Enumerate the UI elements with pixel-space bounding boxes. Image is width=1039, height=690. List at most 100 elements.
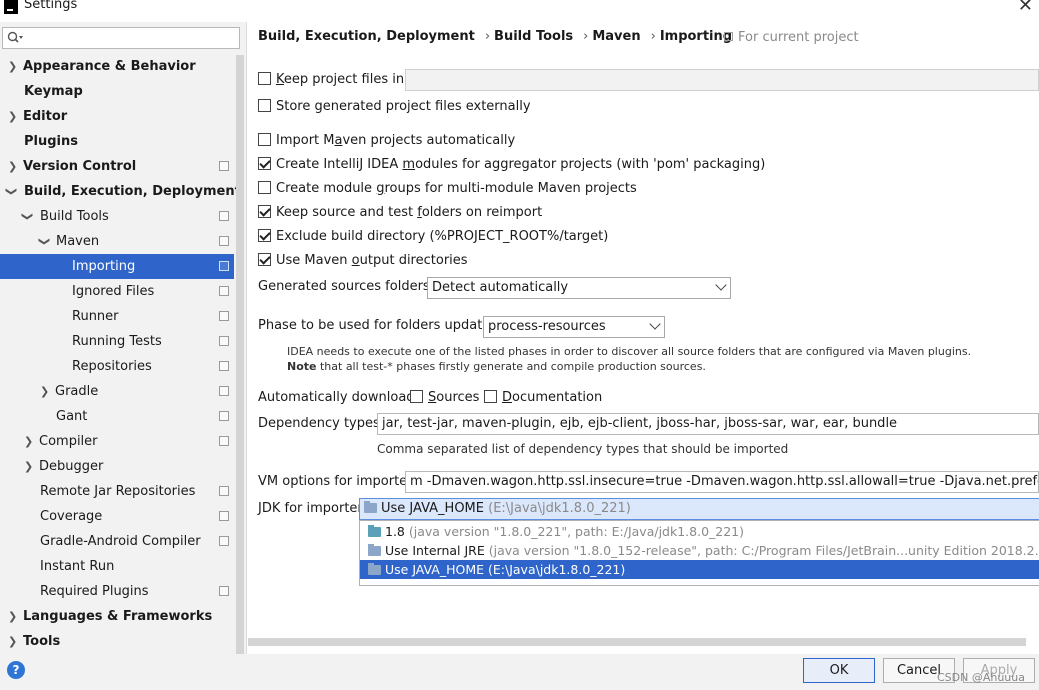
create-modules-option[interactable]: Create IntelliJ IDEA modules for aggrega… xyxy=(258,155,765,175)
sidebar-item-required-plugins[interactable]: Required Plugins xyxy=(0,579,234,604)
exclude-build-checkbox[interactable] xyxy=(258,229,271,242)
chevron-down-icon[interactable]: ❯ xyxy=(0,187,24,196)
sidebar-item-debugger[interactable]: ❯ Debugger xyxy=(0,454,234,479)
mnemonic: m xyxy=(402,157,416,172)
create-modules-checkbox[interactable] xyxy=(258,157,271,170)
breadcrumb-part[interactable]: Build, Execution, Deployment xyxy=(258,29,475,44)
chevron-down-icon[interactable]: ❯ xyxy=(32,237,57,246)
module-groups-option[interactable]: Create module groups for multi-module Ma… xyxy=(258,179,637,199)
sidebar-item-repositories[interactable]: Repositories xyxy=(0,354,234,379)
help-icon[interactable]: ? xyxy=(7,661,25,679)
sidebar-item-gradle-android-compiler[interactable]: Gradle-Android Compiler xyxy=(0,529,234,554)
sidebar-item-build-tools[interactable]: ❯ Build Tools xyxy=(0,204,234,229)
sidebar-item-compiler[interactable]: ❯ Compiler xyxy=(0,429,234,454)
chevron-down-icon xyxy=(715,279,727,291)
jdk-option[interactable]: Use Internal JRE (java version "1.8.0_15… xyxy=(360,541,1039,560)
import-auto-option[interactable]: Import Maven projects automatically xyxy=(258,131,515,151)
sources-option[interactable]: Sources xyxy=(410,388,479,408)
sidebar-item-appearance-behavior[interactable]: ❯ Appearance & Behavior xyxy=(0,54,234,79)
import-auto-checkbox[interactable] xyxy=(258,133,271,146)
sidebar-item-label: Gradle-Android Compiler xyxy=(40,534,201,549)
breadcrumb-part[interactable]: Maven xyxy=(592,29,640,44)
sidebar-item-editor[interactable]: ❯ Editor xyxy=(0,104,234,129)
sources-checkbox[interactable] xyxy=(410,390,423,403)
settings-search-box[interactable] xyxy=(2,27,240,49)
chevron-right-icon[interactable]: ❯ xyxy=(40,379,49,404)
sidebar-item-running-tests[interactable]: Running Tests xyxy=(0,329,234,354)
project-scope-icon xyxy=(219,361,229,371)
store-external-option[interactable]: Store generated project files externally xyxy=(258,97,531,117)
jdk-option-detail: (java version "1.8.0_152-release", path:… xyxy=(488,543,1039,558)
chevron-down-icon[interactable]: ❯ xyxy=(15,212,40,221)
sidebar-item-label: Tools xyxy=(23,634,61,649)
sidebar-item-gant[interactable]: Gant xyxy=(0,404,234,429)
keep-files-checkbox[interactable] xyxy=(258,72,271,85)
sidebar-item-instant-run[interactable]: Instant Run xyxy=(0,554,234,579)
chevron-right-icon[interactable]: ❯ xyxy=(24,429,33,454)
settings-search-input[interactable] xyxy=(25,30,235,46)
sidebar-item-tools[interactable]: ❯ Tools xyxy=(0,629,234,654)
sidebar-item-plugins[interactable]: Plugins xyxy=(0,129,234,154)
breadcrumb-separator: › xyxy=(484,29,491,44)
jdk-dropdown[interactable]: Use JAVA_HOME (E:\Java\jdk1.8.0_221) xyxy=(359,498,1039,520)
keep-source-option[interactable]: Keep source and test folders on reimport xyxy=(258,203,542,223)
folder-icon xyxy=(368,563,381,575)
sidebar-item-keymap[interactable]: Keymap xyxy=(0,79,234,104)
sidebar-item-gradle[interactable]: ❯ Gradle xyxy=(0,379,234,404)
sidebar-item-runner[interactable]: Runner xyxy=(0,304,234,329)
jdk-option-detail: (E:\Java\jdk1.8.0_221) xyxy=(488,562,626,577)
sidebar-item-importing[interactable]: Importing xyxy=(0,254,234,279)
mnemonic: o xyxy=(351,253,360,268)
breadcrumb-separator: › xyxy=(583,29,589,44)
dependency-types-hint: Comma separated list of dependency types… xyxy=(377,442,789,456)
store-external-checkbox[interactable] xyxy=(258,99,271,112)
dependency-types-input[interactable]: jar, test-jar, maven-plugin, ejb, ejb-cl… xyxy=(377,413,1039,435)
chevron-right-icon[interactable]: ❯ xyxy=(8,54,17,79)
jdk-option-selected[interactable]: Use JAVA_HOME (E:\Java\jdk1.8.0_221) xyxy=(360,560,1039,579)
project-scope-icon xyxy=(219,286,229,296)
content-horizontal-scrollbar[interactable] xyxy=(248,638,1026,646)
sidebar-item-label: Compiler xyxy=(39,434,98,449)
sidebar-item-languages-frameworks[interactable]: ❯ Languages & Frameworks xyxy=(0,604,234,629)
jdk-option[interactable]: 1.8 (java version "1.8.0_221", path: E:/… xyxy=(360,522,1039,541)
sidebar-item-build-execution-deployment[interactable]: ❯ Build, Execution, Deployment xyxy=(0,179,241,204)
keep-source-checkbox[interactable] xyxy=(258,205,271,218)
breadcrumb-part[interactable]: Build Tools xyxy=(494,29,573,44)
dialog-footer: ? OK Cancel Apply CSDN @Ahuuua xyxy=(0,654,1039,690)
sidebar-item-label: Required Plugins xyxy=(40,584,149,599)
sidebar-item-maven[interactable]: ❯ Maven xyxy=(0,229,234,254)
chevron-right-icon[interactable]: ❯ xyxy=(8,604,17,629)
chevron-right-icon[interactable]: ❯ xyxy=(8,104,17,129)
module-groups-checkbox[interactable] xyxy=(258,181,271,194)
generated-sources-dropdown[interactable]: Detect automatically xyxy=(427,277,731,299)
jre-folder-icon xyxy=(368,544,381,556)
sidebar-item-version-control[interactable]: ❯ Version Control xyxy=(0,154,234,179)
jdk-label: JDK for importer: xyxy=(258,501,367,516)
sidebar-item-ignored-files[interactable]: Ignored Files xyxy=(0,279,234,304)
dropdown-value: Detect automatically xyxy=(432,280,569,295)
phase-dropdown[interactable]: process-resources xyxy=(483,316,665,338)
documentation-checkbox[interactable] xyxy=(484,390,497,403)
ok-button[interactable]: OK xyxy=(803,658,875,683)
keep-files-option[interactable]: Keep project files in: xyxy=(258,70,408,90)
jdk-option-name: Use JAVA_HOME xyxy=(385,562,485,577)
vm-options-input[interactable]: m -Dmaven.wagon.http.ssl.insecure=true -… xyxy=(405,471,1039,493)
option-label: olders on reimport xyxy=(421,205,543,220)
chevron-right-icon[interactable]: ❯ xyxy=(8,629,17,654)
use-output-checkbox[interactable] xyxy=(258,253,271,266)
chevron-right-icon[interactable]: ❯ xyxy=(24,454,33,479)
sidebar-item-label: Maven xyxy=(56,234,100,249)
chevron-right-icon[interactable]: ❯ xyxy=(8,154,17,179)
use-output-option[interactable]: Use Maven output directories xyxy=(258,251,468,271)
project-scope-icon xyxy=(219,336,229,346)
documentation-option[interactable]: Documentation xyxy=(484,388,602,408)
vm-options-label: VM options for importer: xyxy=(258,474,417,489)
option-label: Exclude build directory (%PROJECT_ROOT%/… xyxy=(276,229,609,244)
sidebar-scrollbar[interactable] xyxy=(236,55,244,665)
sidebar-item-coverage[interactable]: Coverage xyxy=(0,504,234,529)
mnemonic: K xyxy=(276,72,284,87)
close-icon[interactable]: ✕ xyxy=(1018,0,1033,16)
exclude-build-option[interactable]: Exclude build directory (%PROJECT_ROOT%/… xyxy=(258,227,608,247)
project-scope-icon xyxy=(219,436,229,446)
sidebar-item-remote-jar-repositories[interactable]: Remote Jar Repositories xyxy=(0,479,234,504)
